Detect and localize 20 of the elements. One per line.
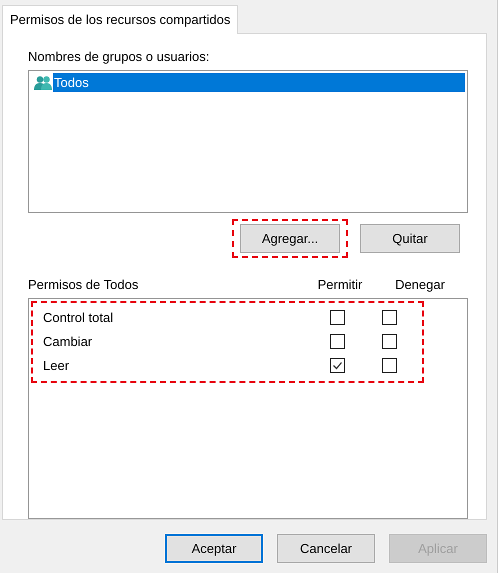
permissions-label: Permisos de Todos <box>28 276 140 294</box>
checkbox[interactable] <box>382 358 397 374</box>
groups-label: Nombres de grupos o usuarios: <box>28 48 210 66</box>
button[interactable]: Aceptar <box>165 534 263 563</box>
checkbox[interactable] <box>382 310 397 326</box>
column-header: Permitir <box>316 276 364 294</box>
checkbox[interactable] <box>330 310 345 326</box>
tab[interactable]: Permisos de los recursos compartidos <box>2 5 238 34</box>
checkbox[interactable] <box>382 334 397 350</box>
permission-name: Control total <box>42 310 114 326</box>
button[interactable]: Quitar <box>360 224 460 253</box>
column-header: Denegar <box>394 276 446 294</box>
button[interactable]: Agregar... <box>240 224 340 253</box>
users-icon <box>34 74 52 90</box>
permission-name: Leer <box>42 358 70 374</box>
list-item[interactable]: Todos <box>53 73 465 92</box>
permission-name: Cambiar <box>42 334 94 350</box>
checkbox[interactable] <box>330 334 345 350</box>
checkbox[interactable] <box>330 358 345 374</box>
button[interactable]: Cancelar <box>277 534 375 563</box>
